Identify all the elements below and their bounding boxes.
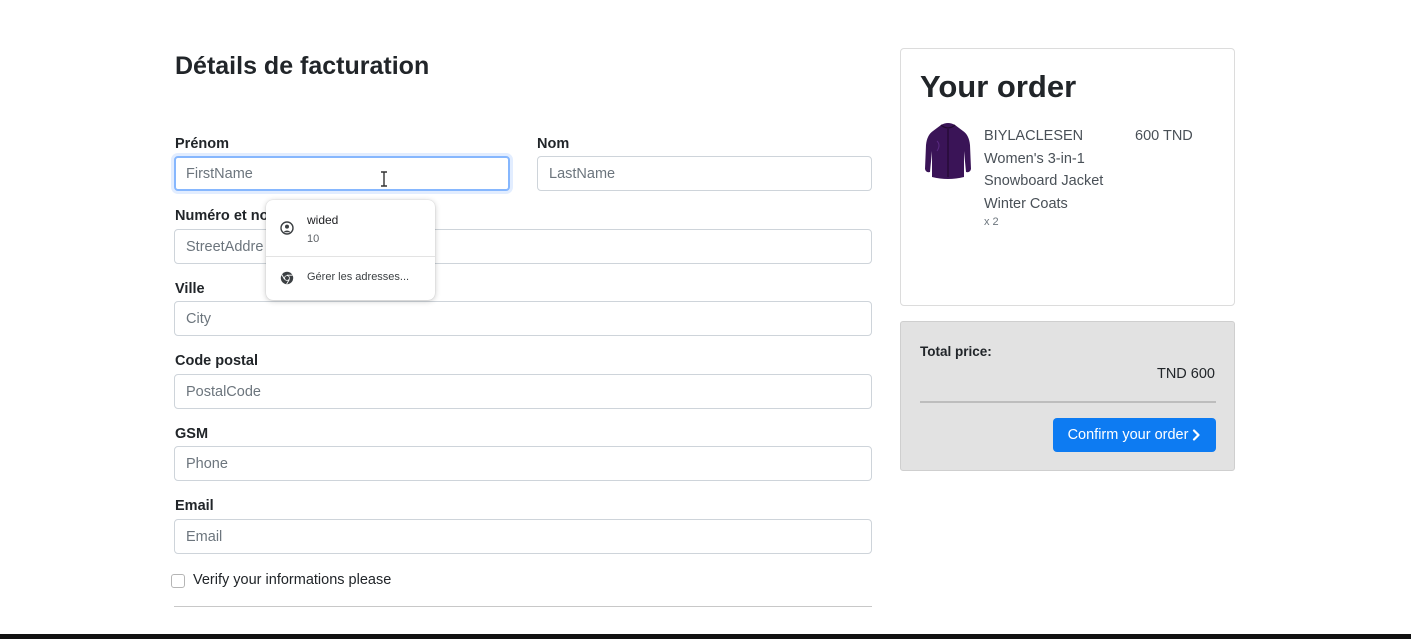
form-divider xyxy=(174,606,872,607)
email-label: Email xyxy=(175,498,214,514)
total-price-label: Total price: xyxy=(920,344,992,359)
chrome-icon xyxy=(280,271,294,285)
autofill-dropdown: wided 10 Gérer les adresses... xyxy=(266,200,435,300)
autofill-suggestion-name: wided xyxy=(307,213,339,227)
bottom-edge-bar xyxy=(0,634,1411,639)
city-input[interactable] xyxy=(174,301,872,336)
street-address-label: Numéro et no xyxy=(175,208,269,224)
last-name-label: Nom xyxy=(537,136,570,152)
purple-jacket-image xyxy=(925,123,971,179)
first-name-label: Prénom xyxy=(175,136,229,152)
confirm-order-button[interactable]: Confirm your order xyxy=(1053,418,1216,452)
product-quantity: x 2 xyxy=(984,216,999,228)
verify-label: Verify your informations please xyxy=(193,572,392,588)
postal-code-label: Code postal xyxy=(175,353,258,369)
total-divider xyxy=(920,401,1216,403)
phone-label: GSM xyxy=(175,426,209,442)
manage-addresses-item[interactable]: Gérer les adresses... xyxy=(266,257,435,300)
autofill-suggestion[interactable]: wided 10 xyxy=(266,200,435,256)
confirm-order-label: Confirm your order xyxy=(1067,427,1189,443)
total-panel: Total price: TND 600 Confirm your order xyxy=(900,321,1235,471)
product-name: BIYLACLESEN Women's 3-in-1 Snowboard Jac… xyxy=(984,128,1104,212)
manage-addresses-label: Gérer les adresses... xyxy=(307,271,410,283)
billing-title: Détails de facturation xyxy=(175,52,430,80)
total-price-value: TND 600 xyxy=(1156,366,1215,382)
phone-input[interactable] xyxy=(174,446,872,481)
product-price: 600 TND xyxy=(1135,128,1193,144)
postal-code-input[interactable] xyxy=(174,374,872,409)
last-name-input[interactable] xyxy=(537,156,872,191)
autofill-suggestion-detail: 10 xyxy=(307,233,320,245)
first-name-input[interactable] xyxy=(174,156,510,191)
city-label: Ville xyxy=(175,281,205,297)
verify-checkbox[interactable] xyxy=(171,574,185,588)
order-title: Your order xyxy=(920,69,1077,104)
email-input[interactable] xyxy=(174,519,872,554)
order-summary-card: Your order BIYLACLESEN Women's 3-in-1 Sn… xyxy=(900,48,1235,306)
user-circle-icon xyxy=(280,221,294,235)
chevron-right-icon xyxy=(1193,429,1201,441)
